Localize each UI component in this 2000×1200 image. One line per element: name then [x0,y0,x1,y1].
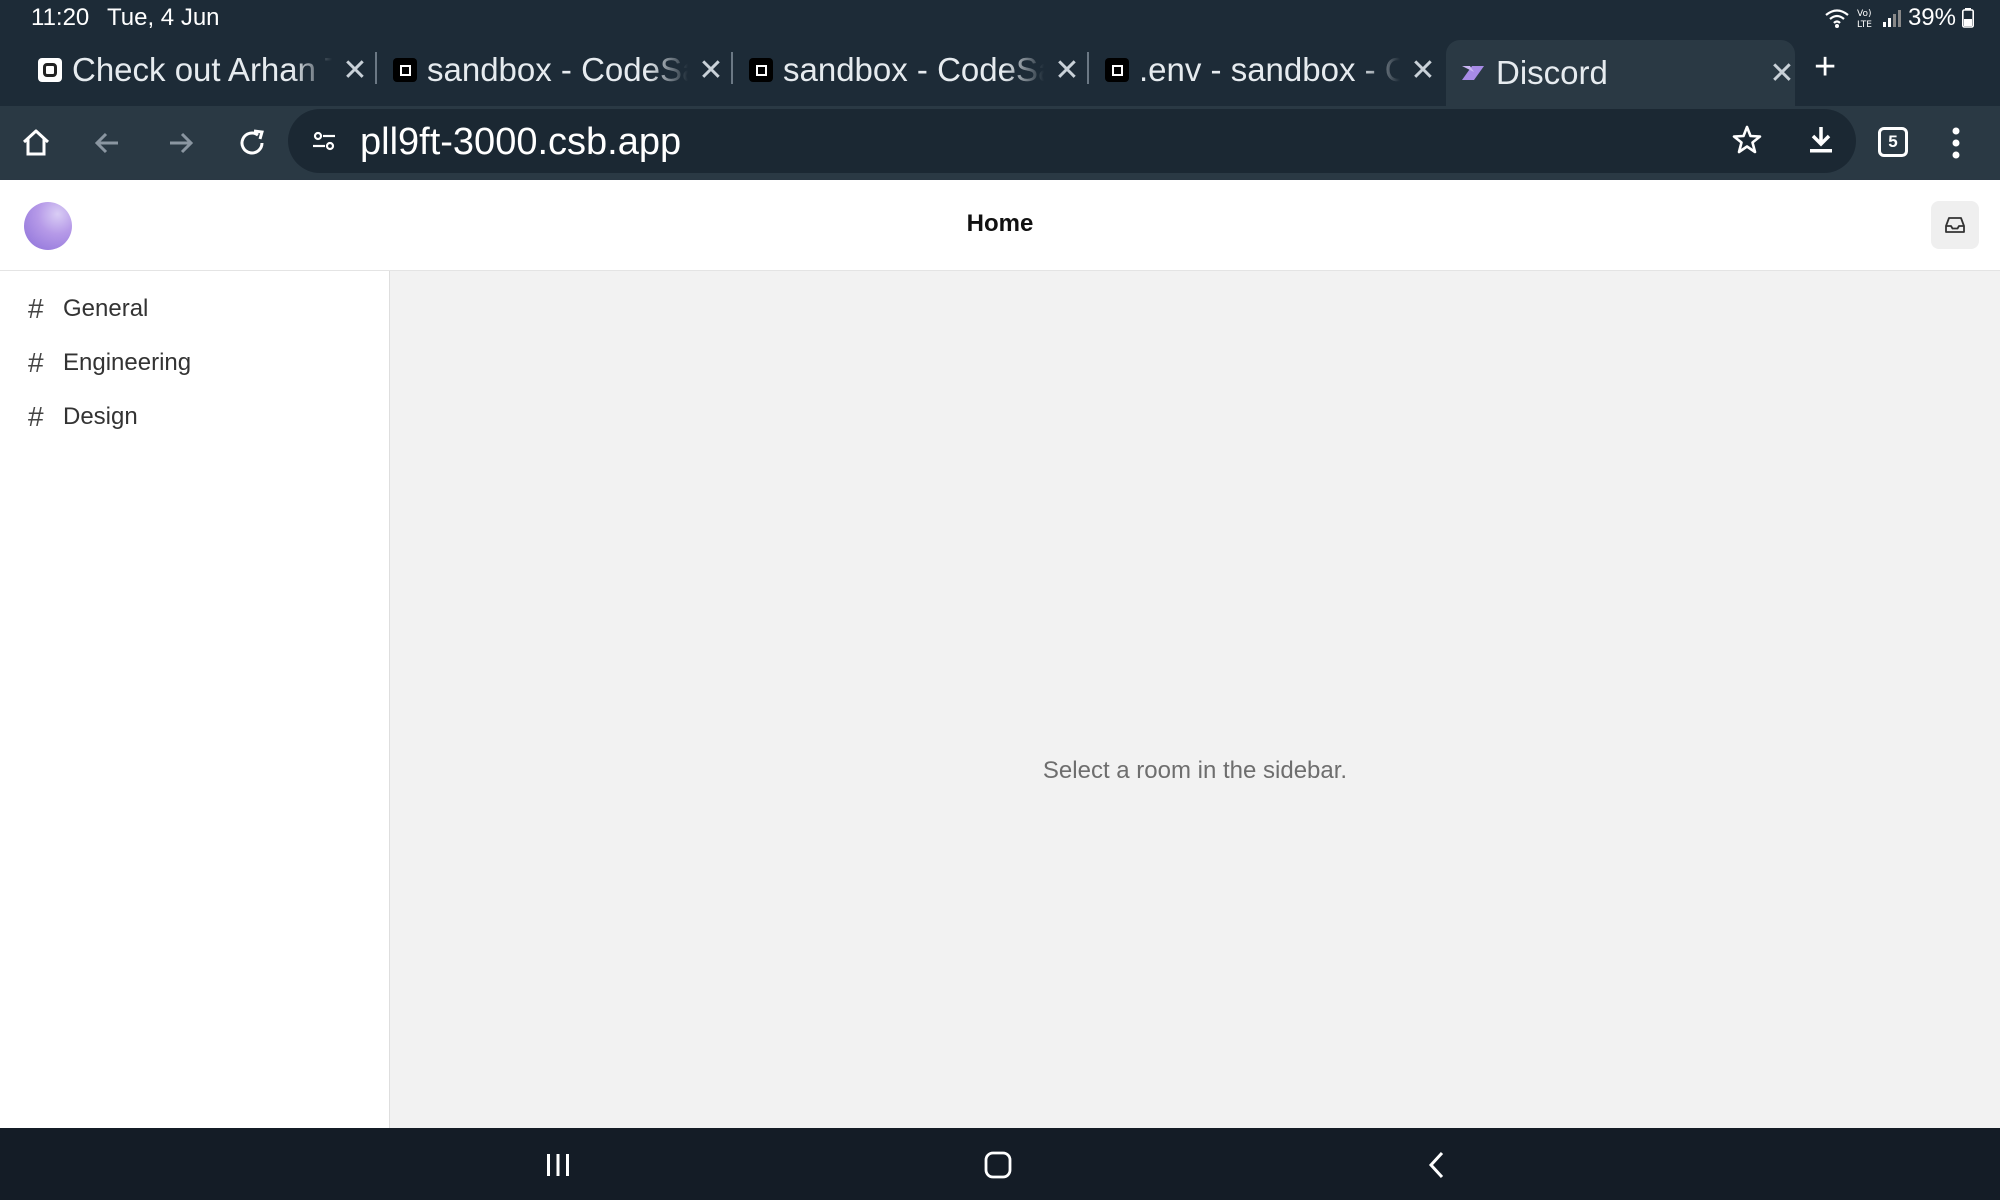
hash-icon: # [28,401,44,432]
sidebar: # General # Engineering # Design [0,271,390,1128]
tab-title: Discord [1496,54,1608,91]
codesandbox-g-icon [38,58,62,82]
sidebar-item-label: Design [63,403,138,430]
browser-tab-2[interactable]: sandbox - CodeSar ✕ [393,40,724,100]
svg-text:Vo): Vo) [1857,9,1871,19]
back-icon[interactable] [88,123,128,163]
inbox-button[interactable] [1931,201,1979,249]
page-title: Home [966,210,1034,237]
codesandbox-icon [749,58,773,82]
sidebar-item-engineering[interactable]: # Engineering [28,343,191,383]
back-nav-icon[interactable] [1417,1148,1457,1182]
battery-percent: 39% [1907,4,1956,31]
status-time: 11:20 [31,4,90,31]
new-tab-icon[interactable]: + [1814,46,1836,89]
recent-apps-icon[interactable] [538,1148,578,1182]
tab-switcher-button[interactable]: 5 [1878,127,1908,157]
tab-title: sandbox - CodeSar [427,51,688,89]
browser-tab-1[interactable]: Check out Arhan Ta ✕ [38,40,368,100]
tab-title: sandbox - CodeSar [783,51,1044,89]
status-icons: Vo) LTE 39% [1824,4,1974,32]
url-text: pll9ft-3000.csb.app [360,121,682,163]
browser-tab-strip: Check out Arhan Ta ✕ sandbox - CodeSar ✕… [0,34,2000,106]
status-date: Tue, 4 Jun [107,4,220,31]
more-menu-icon[interactable] [1950,123,1962,168]
sidebar-item-label: General [63,295,149,322]
app-header: Home [0,180,2000,271]
codesandbox-icon [393,58,417,82]
hash-icon: # [28,293,44,324]
tab-title: .env - sandbox - Co [1139,51,1400,89]
sidebar-item-design[interactable]: # Design [28,397,138,437]
tab-close-icon[interactable]: ✕ [1054,53,1080,88]
svg-text:LTE: LTE [1857,20,1872,29]
tab-close-icon[interactable]: ✕ [342,53,368,88]
browser-tab-3[interactable]: sandbox - CodeSar ✕ [749,40,1080,100]
tab-close-icon[interactable]: ✕ [698,53,724,88]
empty-state-message: Select a room in the sidebar. [1042,757,1348,784]
home-icon[interactable] [16,123,56,163]
inbox-icon [1945,217,1965,233]
bookmark-star-icon[interactable] [1730,123,1764,157]
main-content: Select a room in the sidebar. [390,271,2000,1128]
tab-divider [1087,52,1089,84]
tab-close-icon[interactable]: ✕ [1410,53,1436,88]
browser-toolbar: pll9ft-3000.csb.app 5 [0,106,2000,180]
volte-icon: Vo)LTE [1857,9,1872,29]
signal-icon [1882,10,1901,27]
home-nav-icon[interactable] [978,1148,1018,1182]
wifi-icon [1825,9,1849,28]
tab-close-icon[interactable]: ✕ [1769,56,1795,91]
browser-tab-5-active[interactable]: Discord ✕ [1446,40,1795,106]
tab-divider [375,52,377,84]
address-bar[interactable]: pll9ft-3000.csb.app [288,109,1856,173]
download-icon[interactable] [1804,123,1838,157]
hash-icon: # [28,347,44,378]
tab-divider [731,52,733,84]
sidebar-item-general[interactable]: # General [28,289,148,329]
forward-icon[interactable] [160,123,200,163]
browser-tab-4[interactable]: .env - sandbox - Co ✕ [1105,40,1436,100]
discord-icon [1462,66,1484,80]
sidebar-item-label: Engineering [63,349,192,376]
reload-icon[interactable] [232,123,272,163]
codesandbox-icon [1105,58,1129,82]
site-settings-icon[interactable] [310,127,338,155]
tab-title: Check out Arhan Ta [72,51,332,89]
system-nav-bar [0,1128,2000,1200]
status-bar: 11:20 Tue, 4 Jun Vo) LTE 39% [0,0,2000,34]
battery-icon [1962,8,1974,28]
